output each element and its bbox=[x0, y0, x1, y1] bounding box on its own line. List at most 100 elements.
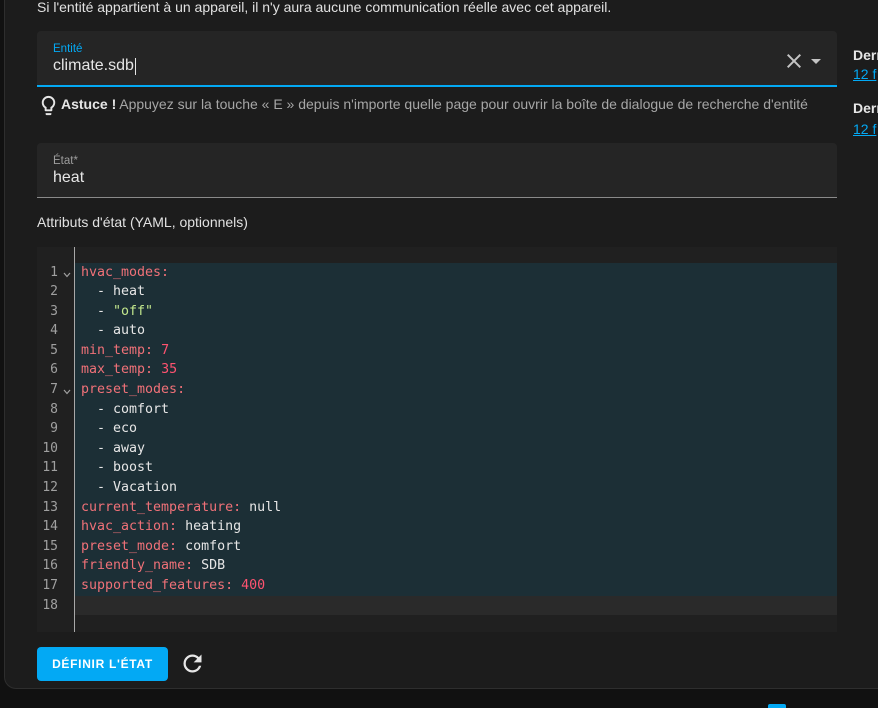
line-number: 9 bbox=[50, 421, 58, 437]
gutter-row: 17 bbox=[37, 576, 74, 596]
state-input-label: État* bbox=[53, 155, 78, 167]
line-number: 12 bbox=[42, 480, 58, 496]
yaml-plain-token: - auto bbox=[81, 323, 146, 339]
yaml-number-token: 7 bbox=[153, 342, 170, 358]
code-line[interactable]: - "off" bbox=[75, 301, 837, 322]
state-input-value: heat bbox=[53, 169, 85, 186]
line-number: 11 bbox=[42, 460, 58, 476]
code-line[interactable]: preset_modes: bbox=[75, 380, 837, 400]
yaml-key-token: current_temperature: bbox=[81, 499, 242, 515]
yaml-key-token: supported_features: bbox=[81, 578, 234, 593]
line-number: 7 bbox=[50, 382, 58, 398]
line-number: 10 bbox=[42, 440, 58, 456]
developer-tools-states-page: Si l'entité appartient à un appareil, il… bbox=[0, 0, 878, 708]
side-info-link[interactable]: 12 f bbox=[853, 66, 878, 82]
line-number: 3 bbox=[50, 303, 58, 319]
gutter-row: 14 bbox=[37, 517, 74, 537]
yaml-string-token: "off" bbox=[113, 303, 154, 319]
side-info-link[interactable]: 12 f bbox=[853, 121, 878, 137]
line-number-gutter: 1 2 3 4 5 6 7 8 9 10 11 12 13 14 15 16 17 18 bbox=[37, 247, 75, 632]
yaml-plain-token: - Vacation bbox=[81, 480, 178, 496]
close-icon-shape bbox=[787, 54, 801, 68]
yaml-key-token: friendly_name: bbox=[81, 558, 194, 574]
side-info-label: Dern bbox=[853, 47, 878, 63]
code-line[interactable]: - heat bbox=[75, 282, 837, 302]
code-line[interactable]: preset_mode: comfort bbox=[75, 536, 837, 557]
chevron-down-icon[interactable] bbox=[63, 272, 71, 278]
code-line[interactable]: friendly_name: SDB bbox=[75, 556, 837, 576]
code-line[interactable] bbox=[75, 595, 837, 616]
code-content[interactable]: hvac_modes: - heat - "off" - auto min_tem… bbox=[75, 247, 837, 632]
refresh-icon[interactable] bbox=[179, 650, 206, 677]
yaml-number-token: 400 bbox=[233, 578, 266, 593]
set-state-button[interactable]: DÉFINIR L'ÉTAT bbox=[37, 647, 168, 681]
line-number: 17 bbox=[42, 578, 58, 593]
yaml-editor[interactable]: 1 2 3 4 5 6 7 8 9 10 11 12 13 14 15 16 17 18 hvac_modes: … bbox=[37, 247, 837, 632]
entity-input-value-wrap: climate.sdb bbox=[53, 57, 136, 75]
line-number: 1 bbox=[50, 264, 58, 280]
tip-text: Appuyez sur la touche « E » depuis n'imp… bbox=[119, 96, 808, 112]
entity-input-label: Entité bbox=[53, 43, 83, 55]
line-number: 5 bbox=[50, 342, 58, 358]
tip: Astuce ! Appuyez sur la touche « E » depu… bbox=[61, 96, 808, 112]
chevron-down-icon-shape bbox=[63, 389, 71, 395]
yaml-key-token: preset_modes: bbox=[81, 382, 186, 398]
yaml-number-token: 35 bbox=[153, 362, 178, 378]
code-line[interactable]: - Vacation bbox=[75, 478, 837, 498]
code-line[interactable]: - eco bbox=[75, 419, 837, 439]
code-line[interactable]: current_temperature: null bbox=[75, 497, 837, 518]
yaml-key-token: hvac_modes: bbox=[81, 264, 170, 280]
entity-input[interactable]: Entité climate.sdb bbox=[37, 31, 837, 87]
code-line[interactable]: supported_features: 400 bbox=[75, 576, 837, 596]
gutter-row: 9 bbox=[37, 419, 74, 439]
code-line[interactable]: - auto bbox=[75, 321, 837, 341]
gutter-row: 16 bbox=[37, 556, 74, 576]
gutter-row: 3 bbox=[37, 302, 74, 322]
line-number: 13 bbox=[42, 499, 58, 515]
yaml-plain-token: null bbox=[241, 499, 282, 515]
code-line[interactable]: hvac_action: heating bbox=[75, 517, 837, 537]
yaml-plain-token: heating bbox=[177, 519, 242, 535]
line-number: 14 bbox=[42, 519, 58, 535]
yaml-plain-token: comfort bbox=[177, 538, 242, 554]
gutter-row: 13 bbox=[37, 498, 74, 518]
line-number: 16 bbox=[42, 558, 58, 574]
gutter-row: 18 bbox=[37, 596, 74, 616]
yaml-plain-token: - heat bbox=[81, 284, 146, 300]
yaml-key-token: max_temp: bbox=[81, 362, 154, 378]
gutter-row: 12 bbox=[37, 478, 74, 498]
chevron-down-icon[interactable] bbox=[63, 389, 71, 395]
gutter-row: 11 bbox=[37, 458, 74, 478]
code-line[interactable]: min_temp: 7 bbox=[75, 340, 837, 361]
code-line[interactable]: max_temp: 35 bbox=[75, 360, 837, 381]
checkbox[interactable] bbox=[768, 704, 786, 708]
line-number: 15 bbox=[42, 538, 58, 554]
gutter-row: 5 bbox=[37, 341, 74, 361]
yaml-key-token: min_temp: bbox=[81, 342, 154, 358]
lightbulb-outline-icon-shape bbox=[41, 95, 56, 116]
code-line[interactable]: - away bbox=[75, 438, 837, 459]
side-info-label: Dern bbox=[853, 100, 878, 116]
gutter-row: 10 bbox=[37, 439, 74, 459]
yaml-plain-token: - comfort bbox=[81, 401, 170, 417]
state-input-value-wrap: heat bbox=[53, 169, 84, 187]
line-number: 4 bbox=[50, 323, 58, 339]
gutter-row: 2 bbox=[37, 282, 74, 302]
code-line[interactable]: - comfort bbox=[75, 399, 837, 420]
gutter-row: 8 bbox=[37, 400, 74, 420]
line-number: 8 bbox=[50, 401, 58, 417]
menu-down-icon[interactable] bbox=[804, 49, 828, 73]
gutter-row: 7 bbox=[37, 380, 74, 400]
code-line[interactable]: - boost bbox=[75, 458, 837, 479]
state-input[interactable]: État* heat bbox=[37, 143, 837, 198]
entity-input-value: climate.sdb bbox=[53, 57, 134, 74]
code-line[interactable]: hvac_modes: bbox=[75, 262, 837, 283]
gutter-row: 1 bbox=[37, 263, 74, 283]
yaml-key-token: hvac_action: bbox=[81, 519, 178, 535]
yaml-plain-token: SDB bbox=[193, 558, 226, 574]
close-icon[interactable] bbox=[782, 49, 806, 73]
yaml-plain-token: - away bbox=[81, 440, 146, 456]
tip-title: Astuce ! bbox=[61, 96, 117, 112]
yaml-plain-token: - eco bbox=[81, 421, 138, 437]
yaml-plain-token: - boost bbox=[81, 460, 154, 476]
